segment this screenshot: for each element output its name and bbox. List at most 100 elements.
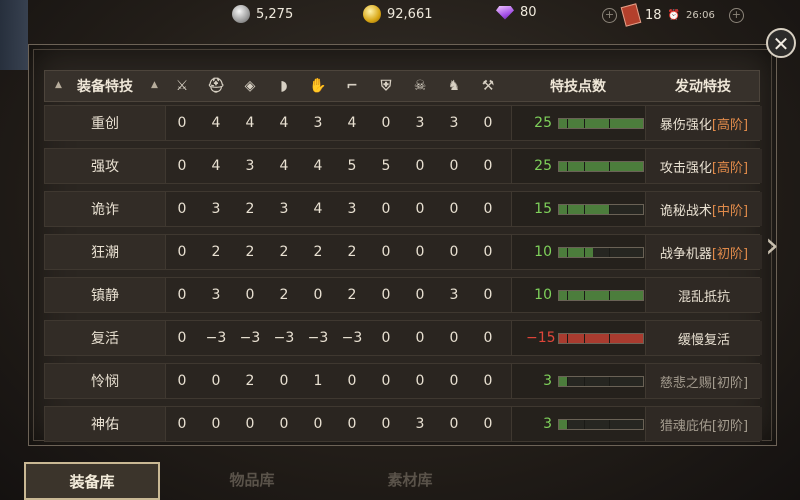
skill-value: 0 — [313, 287, 323, 303]
gauntlet-icon[interactable]: ✋ — [301, 71, 335, 101]
silver-resource: 5,275 — [232, 5, 293, 23]
skill-points-threshold-mark — [567, 161, 569, 171]
table-row[interactable]: 怜悯 0 0 2 0 1 0 0 0 0 0 3 慈悲之赐 [初阶] — [44, 363, 762, 399]
skill-value: 4 — [279, 115, 289, 131]
table-row[interactable]: 重创 0 4 4 4 3 4 0 3 3 0 25 暴伤强化 [高阶] — [44, 105, 762, 141]
skill-value: 4 — [313, 201, 323, 217]
gold-coin-icon — [363, 5, 381, 23]
alarm-clock-icon: ⏰ — [667, 9, 680, 21]
skill-points-bar — [558, 418, 644, 430]
skill-points-threshold-mark — [567, 204, 569, 214]
demon-mask-icon[interactable]: ☠ — [403, 71, 437, 101]
skill-value: 0 — [177, 416, 187, 432]
skill-value: 0 — [449, 416, 459, 432]
table-row[interactable]: 镇静 0 3 0 2 0 2 0 0 3 0 10 混乱抵抗 — [44, 277, 762, 313]
skill-value: 0 — [483, 201, 493, 217]
close-button[interactable]: ✕ — [766, 28, 796, 58]
table-row[interactable]: 狂潮 0 2 2 2 2 2 0 0 0 0 10 战争机器 [初阶] — [44, 234, 762, 270]
skill-value: −3 — [273, 330, 295, 346]
pauldron-icon[interactable]: ◗ — [267, 71, 301, 101]
skill-name: 诡诈 — [45, 192, 166, 226]
tab-items[interactable]: 物品库 — [182, 462, 322, 496]
tab-materials[interactable]: 素材库 — [340, 462, 480, 496]
skill-value: 2 — [245, 373, 255, 389]
skill-value: 0 — [483, 115, 493, 131]
skill-value: 0 — [177, 330, 187, 346]
skill-value: 3 — [415, 115, 425, 131]
add-resource-icon[interactable]: + — [728, 7, 744, 23]
skill-value: −3 — [341, 330, 363, 346]
skill-value: 4 — [313, 158, 323, 174]
skill-value: 0 — [483, 244, 493, 260]
skill-value: 2 — [313, 244, 323, 260]
tab-equipment[interactable]: 装备库 — [24, 462, 160, 500]
add-ticket-icon[interactable]: + — [602, 7, 617, 23]
skill-points-threshold-mark — [609, 376, 611, 386]
skill-value: 4 — [211, 158, 221, 174]
skill-value: 0 — [483, 287, 493, 303]
sword-icon[interactable]: ⚔ — [165, 71, 199, 101]
skill-value: 0 — [415, 330, 425, 346]
next-page-arrow-icon[interactable]: › — [762, 226, 782, 266]
activated-skill[interactable]: 战争机器 [初阶] — [645, 235, 762, 269]
skill-points-threshold-mark — [584, 333, 586, 343]
skill-points-threshold-mark — [609, 333, 611, 343]
skill-name: 重创 — [45, 106, 166, 140]
table-row[interactable]: 神佑 0 0 0 0 0 0 0 3 0 0 3 猎魂庇佑 [初阶] — [44, 406, 762, 442]
skill-points-threshold-mark — [584, 204, 586, 214]
activated-skill[interactable]: 诡秘战术 [中阶] — [645, 192, 762, 226]
skill-value: 0 — [211, 373, 221, 389]
skill-value: 0 — [177, 287, 187, 303]
skill-value: 3 — [415, 416, 425, 432]
ticket-icon — [620, 3, 642, 27]
skill-value: 2 — [279, 244, 289, 260]
horse-icon[interactable]: ♞ — [437, 71, 471, 101]
tool-icon[interactable]: ⚒ — [471, 71, 505, 101]
skill-points-threshold-mark — [584, 161, 586, 171]
skill-value: 0 — [279, 416, 289, 432]
activated-skill-tier: [高阶] — [711, 117, 749, 133]
activated-skill[interactable]: 猎魂庇佑 [初阶] — [645, 407, 762, 441]
activated-skill[interactable]: 缓慢复活 — [645, 321, 762, 355]
skill-points: 25 — [511, 106, 645, 140]
skill-value: 2 — [211, 244, 221, 260]
table-row[interactable]: 复活 0 −3 −3 −3 −3 −3 0 0 0 0 −15 缓慢复活 — [44, 320, 762, 356]
activated-skill-name: 攻击强化 — [659, 160, 712, 176]
diamond-resource: 80 — [496, 5, 537, 20]
skill-points-threshold-mark — [567, 290, 569, 300]
armor-icon[interactable]: ◈ — [233, 71, 267, 101]
shield-icon[interactable]: ⛨ — [369, 71, 403, 101]
ticket-resource: + 18 ⏰ 26:06 + — [602, 3, 744, 27]
skill-value: 2 — [347, 244, 357, 260]
skill-name: 怜悯 — [45, 364, 166, 398]
table-row[interactable]: 强攻 0 4 3 4 4 5 5 0 0 0 25 攻击强化 [高阶] — [44, 148, 762, 184]
activated-skill[interactable]: 暴伤强化 [高阶] — [645, 106, 762, 140]
sort-down-icon[interactable]: ▲ — [151, 80, 158, 90]
skill-points: −15 — [511, 321, 645, 355]
skill-points-bar-fill — [559, 333, 643, 343]
skill-value: 4 — [245, 115, 255, 131]
bottom-tab-bar: 装备库 物品库 素材库 — [0, 458, 800, 500]
activated-skill[interactable]: 慈悲之赐 [初阶] — [645, 364, 762, 398]
table-row[interactable]: 诡诈 0 3 2 3 4 3 0 0 0 0 15 诡秘战术 [中阶] — [44, 191, 762, 227]
skill-value: 0 — [245, 287, 255, 303]
skill-value: 4 — [347, 115, 357, 131]
skill-name: 强攻 — [45, 149, 166, 183]
helmet-icon[interactable]: ⛑ — [199, 71, 233, 101]
skill-points-threshold-mark — [584, 376, 586, 386]
activated-skill[interactable]: 混乱抵抗 — [645, 278, 762, 312]
skill-value: 0 — [483, 158, 493, 174]
skill-points-value: 25 — [534, 158, 552, 174]
skill-value: 0 — [347, 373, 357, 389]
skill-points-threshold-mark — [567, 247, 569, 257]
skill-points-bar — [558, 375, 644, 387]
boots-icon[interactable]: ⌐ — [335, 71, 369, 101]
skill-value: 0 — [381, 373, 391, 389]
skill-points-threshold-mark — [584, 247, 586, 257]
skill-points-threshold-mark — [609, 161, 611, 171]
skill-points: 25 — [511, 149, 645, 183]
skill-points-threshold-mark — [567, 118, 569, 128]
skill-points-bar — [558, 203, 644, 215]
activated-skill[interactable]: 攻击强化 [高阶] — [645, 149, 762, 183]
skill-points-threshold-mark — [567, 419, 569, 429]
